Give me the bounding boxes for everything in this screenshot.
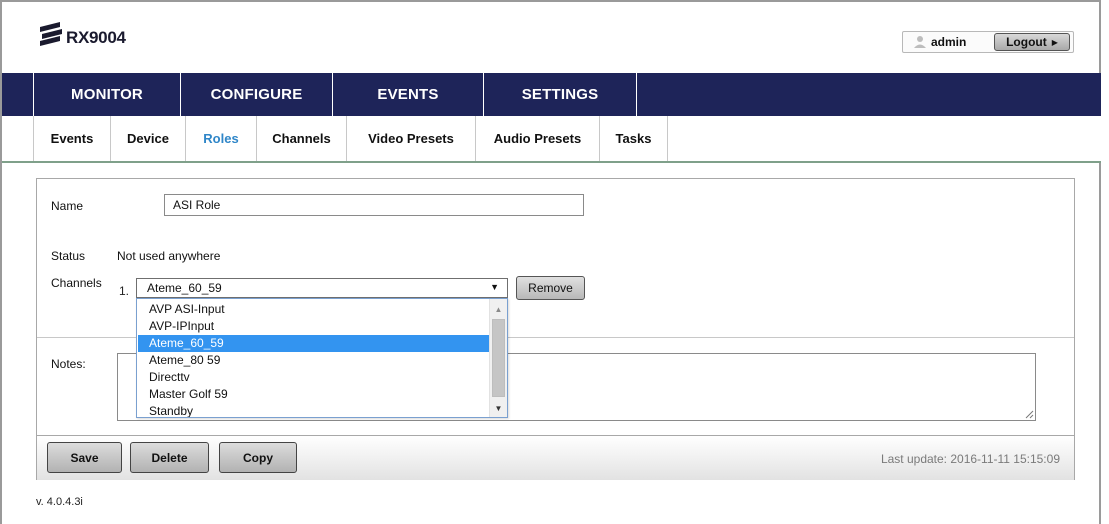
dropdown-scrollbar[interactable]: ▲ ▼ <box>489 299 507 417</box>
notes-label: Notes: <box>51 357 86 371</box>
main-tab-settings[interactable]: SETTINGS <box>484 73 637 116</box>
channels-label: Channels <box>51 276 102 290</box>
main-nav: MONITOR CONFIGURE EVENTS SETTINGS <box>2 73 1101 116</box>
brand-mark-icon <box>40 22 62 46</box>
sub-tab-video-presets[interactable]: Video Presets <box>347 116 476 161</box>
name-label: Name <box>51 199 84 213</box>
sub-tab-audio-presets[interactable]: Audio Presets <box>476 116 600 161</box>
user-icon <box>913 35 927 49</box>
channel-index: 1. <box>119 284 130 298</box>
chevron-right-icon: ▶ <box>1051 37 1058 47</box>
scroll-up-icon[interactable]: ▲ <box>490 301 507 317</box>
save-button[interactable]: Save <box>47 442 122 473</box>
remove-button[interactable]: Remove <box>516 276 585 300</box>
sub-nav: Events Device Roles Channels Video Prese… <box>2 116 1101 163</box>
sub-nav-spacer <box>2 116 34 161</box>
last-update-text: Last update: 2016-11-11 15:15:09 <box>880 452 1060 466</box>
main-nav-spacer <box>2 73 34 116</box>
scroll-down-icon[interactable]: ▼ <box>490 400 507 416</box>
dropdown-option-selected[interactable]: Ateme_60_59 <box>138 335 489 352</box>
user-box: admin Logout ▶ <box>902 31 1074 53</box>
channel-select-value: Ateme_60_59 <box>147 281 222 295</box>
status-label: Status <box>51 249 86 263</box>
logo: RX9004 <box>38 22 126 47</box>
sub-tab-channels[interactable]: Channels <box>257 116 347 161</box>
status-value: Not used anywhere <box>117 249 221 263</box>
resize-grip-icon <box>1025 410 1034 419</box>
sub-tab-events[interactable]: Events <box>34 116 111 161</box>
action-bar: Save Delete Copy Last update: 2016-11-11… <box>37 435 1074 480</box>
main-tab-events[interactable]: EVENTS <box>333 73 484 116</box>
dropdown-option[interactable]: Ateme_80 59 <box>138 352 489 369</box>
channel-select[interactable]: Ateme_60_59 ▼ <box>136 278 508 298</box>
main-tab-monitor[interactable]: MONITOR <box>34 73 181 116</box>
sub-tab-device[interactable]: Device <box>111 116 186 161</box>
sub-tab-tasks[interactable]: Tasks <box>600 116 668 161</box>
dropdown-option[interactable]: AVP-IPInput <box>138 318 489 335</box>
dropdown-option[interactable]: Standby <box>138 403 489 417</box>
username: admin <box>931 35 967 49</box>
logout-button[interactable]: Logout ▶ <box>994 33 1070 51</box>
dropdown-option[interactable]: AVP ASI-Input <box>138 301 489 318</box>
logout-label: Logout <box>1006 35 1047 49</box>
dropdown-option[interactable]: Master Golf 59 <box>138 386 489 403</box>
sub-tab-roles[interactable]: Roles <box>186 116 257 161</box>
copy-button[interactable]: Copy <box>219 442 297 473</box>
version-text: v. 4.0.4.3i <box>36 496 83 508</box>
main-tab-configure[interactable]: CONFIGURE <box>181 73 333 116</box>
delete-button[interactable]: Delete <box>130 442 209 473</box>
scroll-thumb[interactable] <box>492 319 505 397</box>
channel-dropdown-list[interactable]: AVP ASI-Input AVP-IPInput Ateme_60_59 At… <box>136 298 508 418</box>
dropdown-option[interactable]: Directtv <box>138 369 489 386</box>
logo-text: RX9004 <box>66 28 126 47</box>
dropdown-arrow-icon: ▼ <box>490 282 499 292</box>
name-input[interactable] <box>164 194 584 216</box>
